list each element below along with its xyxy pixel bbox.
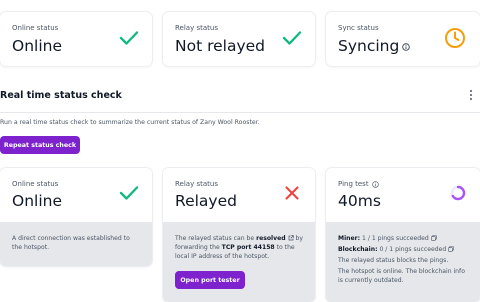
check-icon xyxy=(119,186,139,200)
sync-status-label: Sync status xyxy=(338,24,379,32)
info-icon[interactable] xyxy=(371,180,379,188)
relay-status-value: Not relayed xyxy=(175,37,266,55)
online-check-value: Online xyxy=(12,192,62,210)
ping-test-details: Miner: 1 / 1 pings succeeded Blockchain:… xyxy=(326,222,480,302)
online-check-header: Online status Online xyxy=(0,168,152,222)
check-icon xyxy=(282,31,302,45)
relay-check-label: Relay status xyxy=(175,180,218,188)
x-icon xyxy=(285,186,299,200)
online-status-card: Online status Online xyxy=(0,12,152,66)
copy-icon[interactable] xyxy=(430,235,437,241)
copy-icon[interactable] xyxy=(448,246,454,252)
relay-status-label: Relay status xyxy=(175,24,218,32)
relay-check-value: Relayed xyxy=(175,192,237,210)
online-status-label: Online status xyxy=(12,24,59,32)
online-check-card: Online status Online A direct connection… xyxy=(0,168,152,266)
info-icon[interactable] xyxy=(402,42,411,51)
ping-test-results: Miner: 1 / 1 pings succeeded Blockchain:… xyxy=(338,235,465,284)
sync-status-card: Sync status Syncing xyxy=(326,12,480,66)
repeat-status-check-button[interactable]: Repeat status check xyxy=(0,136,80,154)
section-divider xyxy=(0,112,480,113)
resolved-link[interactable]: resolved xyxy=(256,235,286,242)
sync-status-value: Syncing xyxy=(338,37,400,55)
relay-check-details: The relayed status can be resolved by fo… xyxy=(163,222,315,302)
ping-test-label: Ping test xyxy=(338,180,369,188)
relay-check-description: The relayed status can be resolved by fo… xyxy=(175,235,304,260)
clock-icon xyxy=(445,28,465,48)
open-port-tester-button[interactable]: Open port tester xyxy=(175,271,245,289)
relay-check-card: Relay status Relayed The relayed status … xyxy=(163,168,315,302)
relay-check-header: Relay status Relayed xyxy=(163,168,315,222)
online-check-details: A direct connection was established to t… xyxy=(0,222,152,266)
spinner-icon xyxy=(450,185,466,201)
ping-test-card: Ping test 40ms Miner: 1 / 1 pings succee… xyxy=(326,168,480,302)
ping-test-header: Ping test 40ms xyxy=(326,168,480,222)
section-title: Real time status check xyxy=(0,90,122,101)
tcp-port: TCP port 44158 xyxy=(221,244,275,251)
online-check-label: Online status xyxy=(12,180,59,188)
ping-test-label-row: Ping test xyxy=(338,180,379,188)
check-icon xyxy=(119,31,139,45)
section-subtitle: Run a real time status check to summariz… xyxy=(0,119,260,126)
relay-status-card: Relay status Not relayed xyxy=(163,12,315,66)
sync-status-value-row: Syncing xyxy=(338,37,411,55)
more-options-icon[interactable] xyxy=(469,89,473,101)
ping-test-value: 40ms xyxy=(338,192,381,210)
online-check-description: A direct connection was established to t… xyxy=(12,235,130,251)
online-status-value: Online xyxy=(12,37,62,55)
